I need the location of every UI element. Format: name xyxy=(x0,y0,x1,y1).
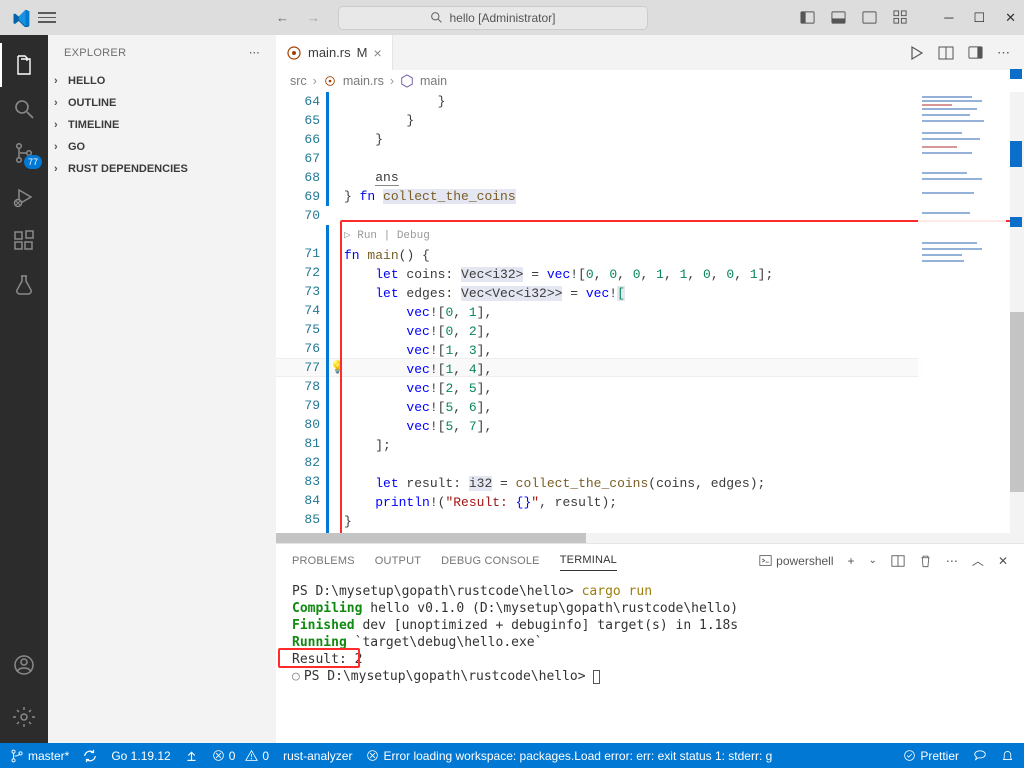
annotation-red-box-result xyxy=(278,648,360,668)
line-number-gutter: 6465666768697071727374757677787980818283… xyxy=(276,92,326,533)
status-go-update-icon[interactable] xyxy=(185,749,198,762)
activity-account-icon[interactable] xyxy=(0,643,48,687)
rust-file-icon xyxy=(286,45,302,61)
tab-filename: main.rs xyxy=(308,45,351,60)
error-icon xyxy=(366,749,379,762)
minimap[interactable] xyxy=(918,92,1006,412)
terminal-cursor xyxy=(593,670,600,684)
editor-scrollbar-horizontal[interactable] xyxy=(276,533,1024,543)
status-sync-icon[interactable] xyxy=(83,749,97,763)
error-icon xyxy=(212,749,225,762)
window-minimize-icon[interactable]: ─ xyxy=(944,10,953,26)
symbol-function-icon xyxy=(400,74,414,88)
warning-icon xyxy=(245,749,258,762)
status-go-version[interactable]: Go 1.19.12 xyxy=(111,749,170,763)
activity-testing-icon[interactable] xyxy=(0,263,48,307)
status-problems[interactable]: 0 0 xyxy=(212,749,269,763)
check-icon xyxy=(903,749,916,762)
vscode-logo-icon xyxy=(12,9,30,27)
status-prettier[interactable]: Prettier xyxy=(903,749,959,763)
sidebar-section-timeline[interactable]: ›TIMELINE xyxy=(48,114,276,136)
panel-more-icon[interactable]: ⋯ xyxy=(946,554,958,568)
run-icon[interactable] xyxy=(908,45,924,61)
terminal-shell-selector[interactable]: powershell xyxy=(759,554,833,568)
layout-panel-icon[interactable] xyxy=(831,10,846,25)
editor-more-icon[interactable]: ⋯ xyxy=(997,45,1010,61)
activity-bar: 77 xyxy=(0,35,48,743)
explorer-header: EXPLORER ⋯ xyxy=(48,35,276,70)
explorer-sidebar: EXPLORER ⋯ ›HELLO ›OUTLINE ›TIMELINE ›GO… xyxy=(48,35,276,743)
title-bar: ← → hello [Administrator] ─ ☐ ✕ xyxy=(0,0,1024,35)
terminal-content[interactable]: PS D:\mysetup\gopath\rustcode\hello> car… xyxy=(276,577,1024,743)
tab-modified-indicator: M xyxy=(357,45,368,60)
tab-main-rs[interactable]: main.rs M × xyxy=(276,35,393,70)
activity-search-icon[interactable] xyxy=(0,87,48,131)
panel-tab-output[interactable]: OUTPUT xyxy=(375,551,421,571)
terminal-split-chevron-icon[interactable]: ⌄ xyxy=(869,555,877,566)
layout-customize-icon[interactable] xyxy=(893,10,908,25)
panel-chevron-up-icon[interactable]: ︿ xyxy=(972,552,984,569)
status-bar: master* Go 1.19.12 0 0 rust-analyzer Err… xyxy=(0,743,1024,768)
layout-sidebar-right-icon[interactable] xyxy=(862,10,877,25)
window-maximize-icon[interactable]: ☐ xyxy=(973,10,985,26)
layout-sidebar-left-icon[interactable] xyxy=(800,10,815,25)
search-text: hello [Administrator] xyxy=(449,11,555,25)
activity-scm-icon[interactable]: 77 xyxy=(0,131,48,175)
editor-tabs: main.rs M × ⋯ xyxy=(276,35,1024,70)
rust-file-icon xyxy=(323,74,337,88)
panel-tab-problems[interactable]: PROBLEMS xyxy=(292,551,355,571)
status-feedback-icon[interactable] xyxy=(973,749,987,763)
nav-forward-icon[interactable]: → xyxy=(307,10,320,25)
editor-area: main.rs M × ⋯ src› main.rs› main 6465666… xyxy=(276,35,1024,743)
scm-badge: 77 xyxy=(24,155,42,169)
sidebar-section-outline[interactable]: ›OUTLINE xyxy=(48,92,276,114)
panel-close-icon[interactable]: ✕ xyxy=(998,554,1008,568)
terminal-new-icon[interactable]: + xyxy=(848,554,855,568)
gutter-diff-indicator xyxy=(326,92,329,533)
terminal-scrollbar[interactable] xyxy=(1010,69,1022,739)
nav-back-icon[interactable]: ← xyxy=(276,10,289,25)
terminal-split-icon[interactable] xyxy=(891,554,905,568)
sidebar-section-rust-dependencies[interactable]: ›RUST DEPENDENCIES xyxy=(48,158,276,180)
window-close-icon[interactable]: ✕ xyxy=(1005,10,1016,26)
breadcrumbs[interactable]: src› main.rs› main xyxy=(276,70,1024,92)
split-editor-icon[interactable] xyxy=(938,45,954,61)
code-editor[interactable]: 6465666768697071727374757677787980818283… xyxy=(276,92,1024,533)
activity-settings-icon[interactable] xyxy=(0,695,48,739)
panel-tab-bar: PROBLEMS OUTPUT DEBUG CONSOLE TERMINAL p… xyxy=(276,544,1024,577)
bottom-panel: PROBLEMS OUTPUT DEBUG CONSOLE TERMINAL p… xyxy=(276,543,1024,743)
command-center-search[interactable]: hello [Administrator] xyxy=(338,6,648,30)
panel-tab-terminal[interactable]: TERMINAL xyxy=(560,550,617,571)
split-editor-right-icon[interactable] xyxy=(968,45,983,60)
status-branch[interactable]: master* xyxy=(10,749,69,763)
status-error-message[interactable]: Error loading workspace: packages.Load e… xyxy=(366,749,772,763)
activity-extensions-icon[interactable] xyxy=(0,219,48,263)
activity-explorer-icon[interactable] xyxy=(0,43,48,87)
status-rust-analyzer[interactable]: rust-analyzer xyxy=(283,749,352,763)
tab-close-icon[interactable]: × xyxy=(373,45,381,61)
terminal-kill-icon[interactable] xyxy=(919,554,932,568)
explorer-more-icon[interactable]: ⋯ xyxy=(249,46,260,59)
prompt-circle-icon: ○ xyxy=(292,669,300,684)
sidebar-section-go[interactable]: ›GO xyxy=(48,136,276,158)
status-notifications-icon[interactable] xyxy=(1001,749,1014,762)
git-branch-icon xyxy=(10,749,24,763)
sidebar-section-hello[interactable]: ›HELLO xyxy=(48,70,276,92)
search-icon xyxy=(430,11,443,24)
panel-tab-debug[interactable]: DEBUG CONSOLE xyxy=(441,551,540,571)
terminal-icon xyxy=(759,554,772,567)
hamburger-menu-icon[interactable] xyxy=(38,9,56,27)
activity-debug-icon[interactable] xyxy=(0,175,48,219)
